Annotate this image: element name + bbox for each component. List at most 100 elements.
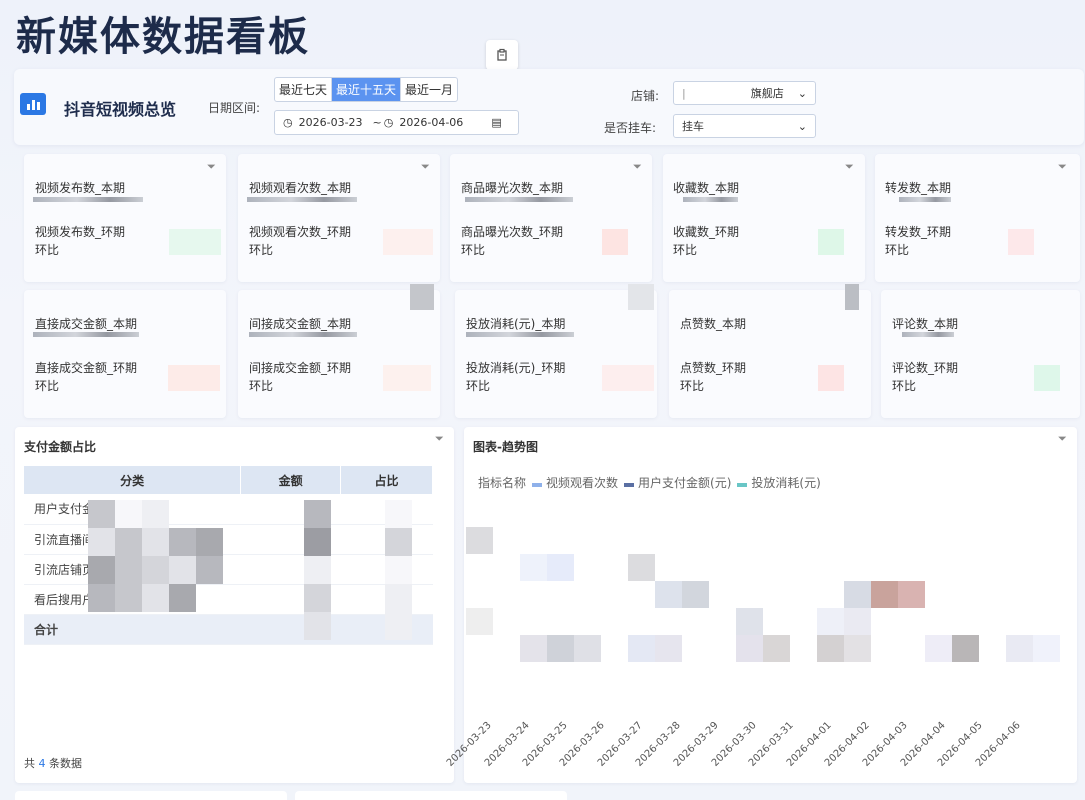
redacted-cell bbox=[88, 500, 115, 528]
redacted-cell bbox=[1006, 635, 1033, 662]
metric-ratio-label: 环比 bbox=[466, 379, 491, 393]
cart-select[interactable]: 挂车 ⌄ bbox=[673, 114, 816, 138]
range-separator: ~ bbox=[372, 116, 382, 129]
chevron-down-icon: ⌄ bbox=[797, 86, 807, 100]
shop-select[interactable]: | 旗舰店 ⌄ bbox=[673, 81, 816, 105]
metric-card-comments bbox=[881, 290, 1080, 418]
ratio-indicator bbox=[818, 365, 844, 391]
ratio-indicator bbox=[383, 365, 431, 391]
table-header[interactable]: 占比 bbox=[340, 466, 433, 494]
redacted-cell bbox=[520, 554, 547, 581]
redacted-cell bbox=[925, 635, 952, 662]
redacted-cell bbox=[736, 635, 763, 662]
footer-suffix: 条数据 bbox=[49, 757, 82, 770]
legend-item-views[interactable]: 视频观看次数 bbox=[532, 474, 618, 491]
metric-current-label: 商品曝光次数_本期 bbox=[461, 181, 564, 195]
filter-icon[interactable]: ⏷ bbox=[1058, 160, 1067, 174]
metric-previous-label: 商品曝光次数_环期 bbox=[461, 225, 564, 239]
start-date: 2026-03-23 bbox=[298, 116, 363, 129]
filter-icon[interactable]: ⏷ bbox=[633, 160, 642, 174]
metric-card-shares bbox=[875, 154, 1080, 282]
preset-1month[interactable]: 最近一月 bbox=[401, 78, 457, 101]
bar-chart-icon bbox=[20, 93, 46, 115]
metric-previous-label: 视频观看次数_环期 bbox=[249, 225, 352, 239]
metric-ratio-label: 环比 bbox=[249, 379, 274, 393]
metric-current-label: 点赞数_本期 bbox=[680, 317, 747, 331]
metric-card-exposure bbox=[450, 154, 652, 282]
filter-icon[interactable]: ⏷ bbox=[1058, 432, 1067, 446]
metric-previous-label: 间接成交金额_环期 bbox=[249, 361, 352, 375]
clear-filter-button[interactable] bbox=[486, 40, 518, 70]
redacted-values bbox=[88, 500, 433, 640]
metric-previous-label: 点赞数_环期 bbox=[680, 361, 747, 375]
preset-15days[interactable]: 最近十五天 bbox=[332, 78, 402, 101]
metric-current-value bbox=[247, 197, 357, 202]
date-preset-group: 最近七天 最近十五天 最近一月 bbox=[274, 77, 459, 102]
redacted-cell bbox=[385, 584, 412, 612]
metric-previous-label: 收藏数_环期 bbox=[673, 225, 740, 239]
redacted-cell bbox=[574, 635, 601, 662]
redacted-cell bbox=[520, 635, 547, 662]
end-date: 2026-04-06 bbox=[399, 116, 464, 129]
redacted-cell bbox=[196, 528, 223, 556]
filter-icon[interactable]: ⏷ bbox=[435, 432, 444, 446]
ratio-indicator bbox=[628, 284, 654, 310]
metric-ratio-label: 环比 bbox=[461, 243, 486, 257]
filter-icon[interactable]: ⏷ bbox=[845, 160, 854, 174]
legend-item-pay[interactable]: 用户支付金额(元) bbox=[624, 474, 731, 491]
redacted-cell bbox=[385, 500, 412, 528]
calendar-icon[interactable]: ▤ bbox=[491, 116, 501, 129]
metric-card-favorites bbox=[663, 154, 865, 282]
metric-card-likes bbox=[669, 290, 871, 418]
filter-icon[interactable]: ⏷ bbox=[207, 160, 216, 174]
ratio-indicator bbox=[818, 229, 844, 255]
clock-icon: ◷ bbox=[383, 116, 394, 129]
metric-ratio-label: 环比 bbox=[249, 243, 274, 257]
metric-previous-label: 直接成交金额_环期 bbox=[35, 361, 138, 375]
preset-7days[interactable]: 最近七天 bbox=[275, 78, 333, 101]
metric-ratio-label: 环比 bbox=[35, 379, 60, 393]
metric-current-value bbox=[249, 332, 357, 337]
redacted-cell bbox=[304, 584, 331, 612]
metric-ratio-label: 环比 bbox=[35, 243, 60, 257]
redacted-cell bbox=[763, 635, 790, 662]
redacted-cell bbox=[736, 608, 763, 635]
date-range-label: 日期区间: bbox=[208, 101, 261, 115]
metric-current-value bbox=[33, 197, 143, 202]
redacted-cell bbox=[142, 584, 169, 612]
page-title: 新媒体数据看板 bbox=[16, 14, 310, 60]
filter-icon[interactable]: ⏷ bbox=[421, 160, 430, 174]
table-footer: 共 4 条数据 bbox=[24, 755, 82, 771]
ratio-indicator bbox=[410, 284, 434, 310]
x-axis: 2026-03-23 2026-03-24 2026-03-25 2026-03-26… bbox=[445, 700, 1070, 780]
chart-legend: 指标名称 视频观看次数 用户支付金额(元) 投放消耗(元) bbox=[478, 474, 821, 491]
redacted-cell bbox=[142, 528, 169, 556]
redacted-cell bbox=[844, 581, 871, 608]
pay-share-title: 支付金额占比 bbox=[24, 440, 97, 454]
table-header[interactable]: 金额 bbox=[240, 466, 342, 494]
redacted-cell bbox=[628, 635, 655, 662]
redacted-cell bbox=[115, 584, 142, 612]
shop-label: 店铺: bbox=[631, 89, 660, 103]
metric-card-direct-gmv bbox=[24, 290, 226, 418]
bottom-card bbox=[295, 791, 567, 800]
row-count: 4 bbox=[38, 757, 46, 770]
table-header[interactable]: 分类 bbox=[24, 466, 242, 494]
redacted-cell bbox=[817, 608, 844, 635]
redacted-cell bbox=[196, 556, 223, 584]
metric-ratio-label: 环比 bbox=[673, 243, 698, 257]
metric-current-label: 投放消耗(元)_本期 bbox=[466, 317, 566, 331]
metric-current-label: 视频发布数_本期 bbox=[35, 181, 126, 195]
ratio-indicator bbox=[602, 229, 628, 255]
metric-current-label: 直接成交金额_本期 bbox=[35, 317, 138, 331]
redacted-cell bbox=[304, 556, 331, 584]
cart-select-value: 挂车 bbox=[682, 120, 704, 133]
metric-current-value bbox=[465, 197, 573, 202]
metric-ratio-label: 环比 bbox=[680, 379, 705, 393]
metric-current-label: 转发数_本期 bbox=[885, 181, 952, 195]
date-range-input[interactable]: ◷ 2026-03-23 ~ ◷ 2026-04-06 ▤ bbox=[274, 110, 519, 135]
clipboard-icon bbox=[497, 48, 507, 61]
legend-item-spend[interactable]: 投放消耗(元) bbox=[737, 474, 821, 491]
redacted-cell bbox=[142, 500, 169, 528]
redacted-cell bbox=[169, 584, 196, 612]
